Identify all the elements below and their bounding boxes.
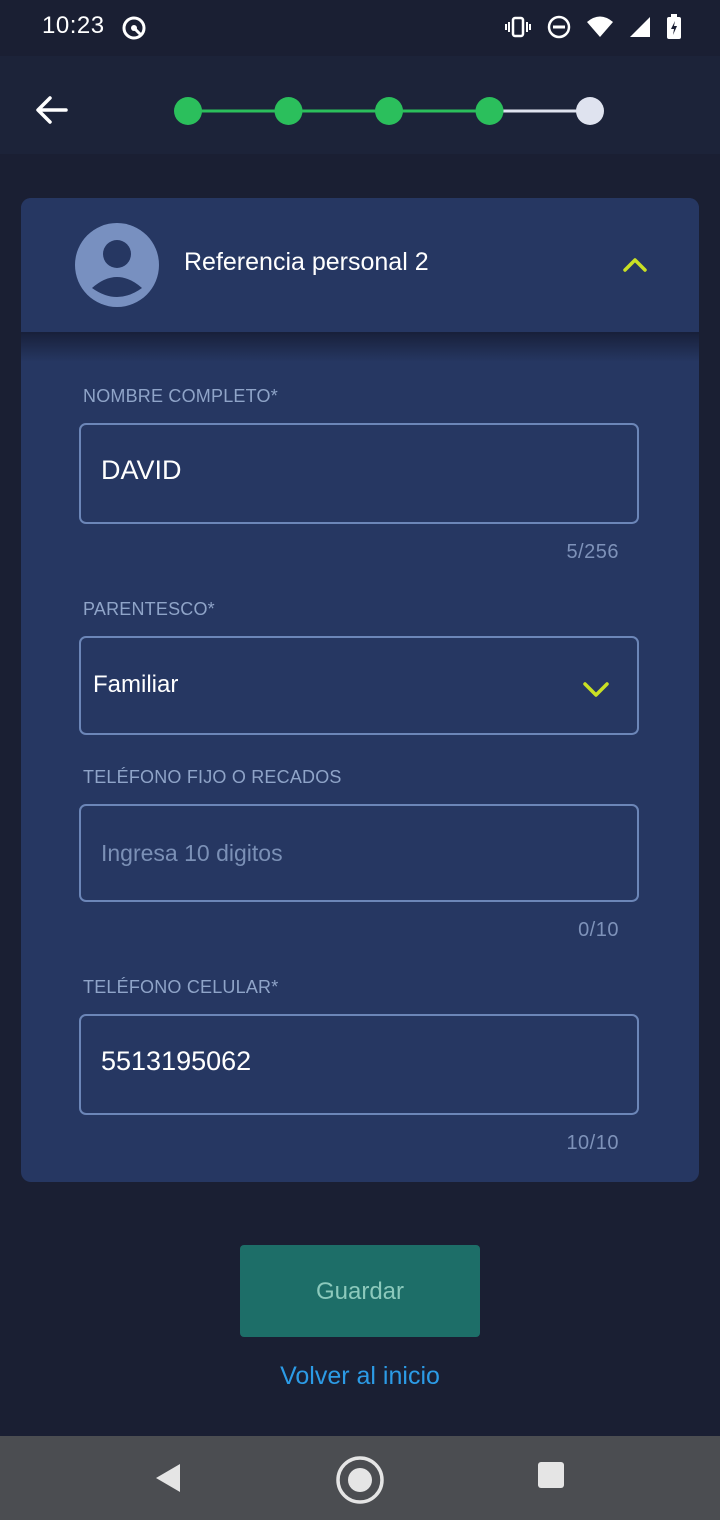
status-time: 10:23	[42, 12, 105, 39]
parentesco-select[interactable]: Familiar	[79, 636, 639, 735]
nombre-value: DAVID	[101, 455, 182, 485]
telefono-fijo-label: TELÉFONO FIJO O RECADOS	[83, 767, 342, 787]
stepper-dot-2	[274, 97, 303, 125]
status-icons	[504, 14, 682, 40]
stepper-dot-5	[576, 97, 604, 125]
nav-recents-icon[interactable]	[536, 1460, 566, 1490]
parentesco-label: PARENTESCO*	[83, 599, 215, 619]
parentesco-value: Familiar	[93, 671, 179, 698]
telefono-fijo-placeholder: Ingresa 10 digitos	[101, 840, 283, 866]
arrow-left-icon[interactable]	[30, 92, 74, 128]
top-bar	[0, 56, 720, 154]
save-button-label: Guardar	[315, 1278, 405, 1305]
progress-stepper	[174, 97, 604, 125]
system-nav-bar	[0, 1436, 720, 1520]
header-shadow	[21, 332, 699, 362]
card-header[interactable]: Referencia personal 2	[21, 198, 699, 334]
telefono-fijo-input[interactable]: Ingresa 10 digitos	[79, 804, 639, 902]
signal-icon	[630, 17, 650, 37]
do-not-disturb-icon	[547, 15, 571, 39]
nav-home-icon[interactable]	[334, 1454, 386, 1506]
nombre-label: NOMBRE COMPLETO*	[83, 386, 278, 406]
chevron-down-icon[interactable]	[581, 680, 611, 700]
save-button[interactable]: Guardar	[240, 1245, 480, 1337]
telefono-fijo-counter: 0/10	[578, 919, 619, 941]
reference-card: Referencia personal 2 NOMBRE COMPLETO* D…	[21, 198, 699, 1182]
sync-icon	[122, 16, 146, 40]
back-home-link[interactable]: Volver al inicio	[0, 1362, 720, 1391]
card-title: Referencia personal 2	[184, 248, 429, 276]
telefono-celular-value: 5513195062	[101, 1046, 252, 1076]
telefono-celular-input[interactable]: 5513195062	[79, 1014, 639, 1115]
vibrate-icon	[505, 16, 531, 38]
stepper-dot-3	[375, 97, 403, 125]
wifi-icon	[587, 16, 613, 37]
nav-back-icon[interactable]	[150, 1458, 190, 1498]
stepper-dot-1	[174, 97, 202, 125]
chevron-up-icon[interactable]	[621, 254, 649, 276]
nombre-counter: 5/256	[566, 541, 619, 563]
telefono-celular-label: TELÉFONO CELULAR*	[83, 977, 279, 997]
battery-icon	[667, 14, 681, 39]
person-avatar-icon	[75, 223, 159, 307]
status-bar: 10:23	[0, 0, 720, 56]
nombre-input[interactable]: DAVID	[79, 423, 639, 524]
telefono-celular-counter: 10/10	[566, 1132, 619, 1154]
stepper-dot-4	[475, 97, 504, 125]
